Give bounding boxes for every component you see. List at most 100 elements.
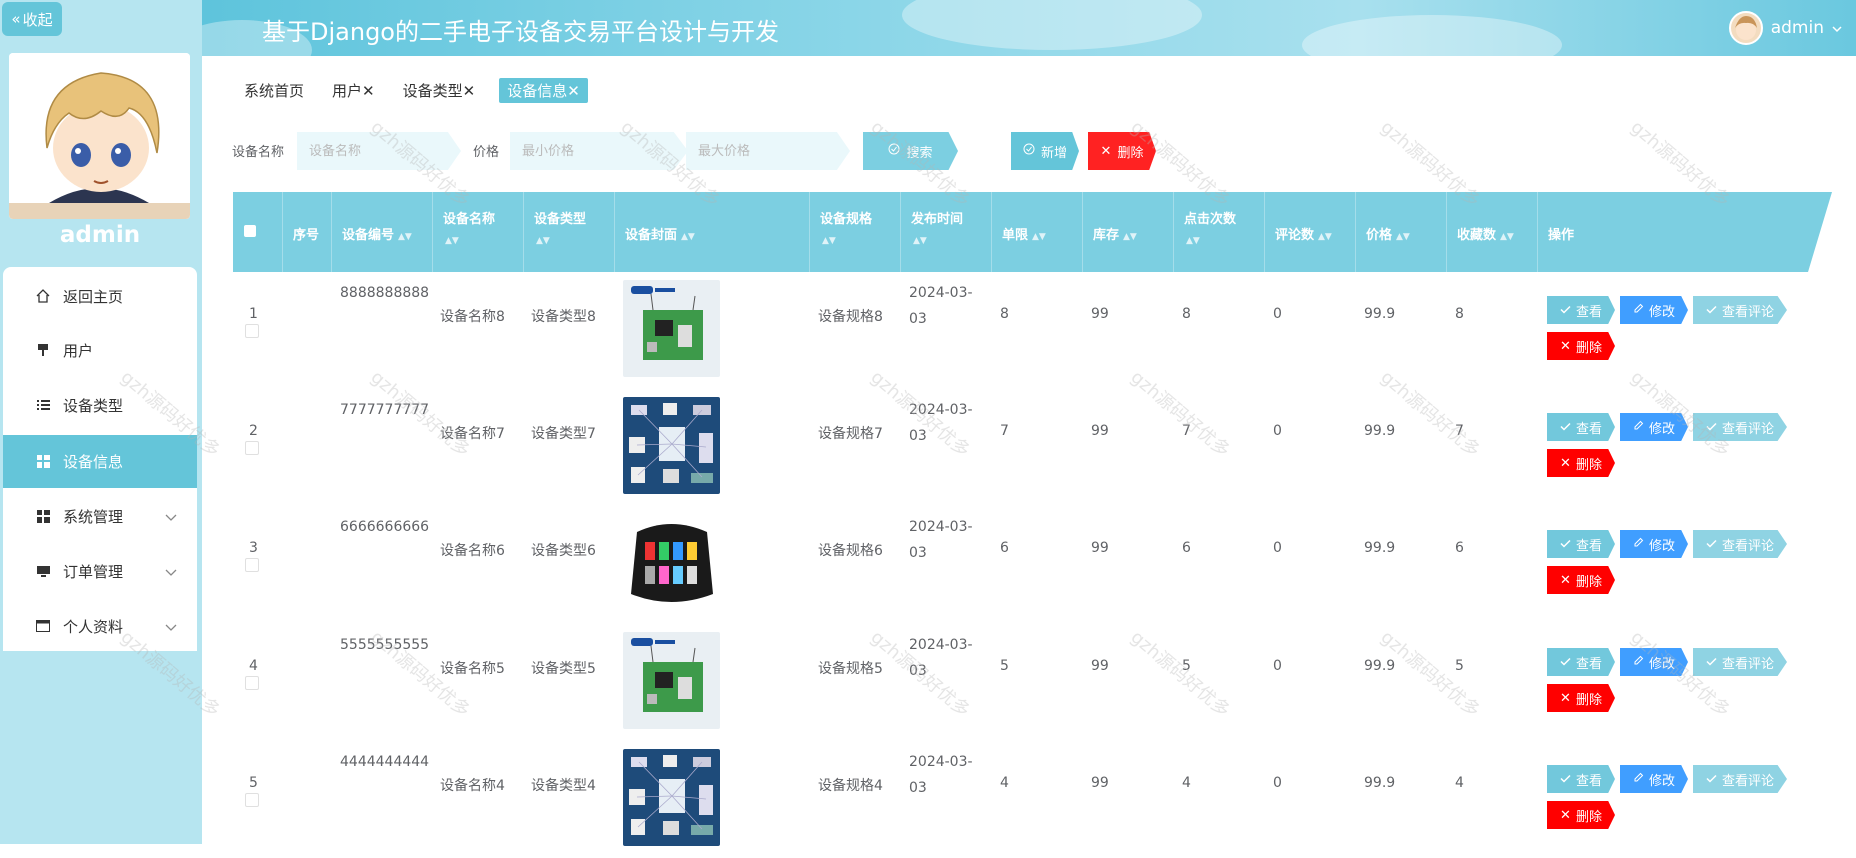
- select-all-cell: [233, 192, 282, 272]
- home-icon: [33, 289, 53, 303]
- sort-icon[interactable]: ▲▼: [445, 236, 459, 246]
- check-circle-icon: [1023, 143, 1035, 159]
- user-menu[interactable]: admin: [1728, 11, 1842, 45]
- sidebar-item-system-management[interactable]: 系统管理: [3, 492, 197, 540]
- edit-button[interactable]: 修改: [1620, 765, 1688, 793]
- edit-button[interactable]: 修改: [1620, 530, 1688, 558]
- search-button[interactable]: 搜索: [863, 132, 958, 170]
- col-cover[interactable]: 设备封面 ▲▼: [614, 192, 809, 272]
- col-favs[interactable]: 收藏数 ▲▼: [1446, 192, 1537, 272]
- view-comments-button[interactable]: 查看评论: [1693, 413, 1787, 441]
- view-comments-button[interactable]: 查看评论: [1693, 765, 1787, 793]
- sort-icon[interactable]: ▲▼: [681, 232, 695, 242]
- row-delete-button[interactable]: ✕ 删除: [1547, 684, 1615, 712]
- view-button[interactable]: 查看: [1547, 530, 1615, 558]
- tab-device-info[interactable]: 设备信息✕: [499, 78, 588, 103]
- add-button[interactable]: 新增: [1011, 132, 1079, 170]
- cell-date: 2024-03-03: [909, 519, 973, 561]
- col-comments[interactable]: 评论数 ▲▼: [1264, 192, 1355, 272]
- sort-icon[interactable]: ▲▼: [913, 236, 927, 246]
- row-checkbox[interactable]: [245, 676, 259, 690]
- close-icon[interactable]: ✕: [362, 82, 375, 100]
- sidebar-item-device-info[interactable]: 设备信息: [3, 435, 197, 488]
- sort-icon[interactable]: ▲▼: [1032, 232, 1046, 242]
- check-icon: [1706, 303, 1717, 318]
- add-button-label: 新增: [1040, 145, 1067, 161]
- table-row: 5 4444444444 设备名称4 设备类型4 设备规格4 2024-03-03 4 99 4…: [233, 741, 1832, 858]
- sort-icon[interactable]: ▲▼: [1500, 232, 1514, 242]
- grid-icon: [33, 509, 53, 523]
- min-price-input[interactable]: [510, 132, 688, 170]
- view-button[interactable]: 查看: [1547, 413, 1615, 441]
- sort-icon[interactable]: ▲▼: [822, 236, 836, 246]
- row-delete-button[interactable]: ✕ 删除: [1547, 332, 1615, 360]
- sidebar-item-order-management[interactable]: 订单管理: [3, 547, 197, 595]
- row-delete-button[interactable]: ✕ 删除: [1547, 801, 1615, 829]
- sort-icon[interactable]: ▲▼: [1186, 236, 1200, 246]
- cell-index: 4: [249, 658, 258, 674]
- cloud-decoration: [1302, 15, 1562, 56]
- tab-label: 系统首页: [244, 82, 305, 100]
- delete-button[interactable]: ✕ 删除: [1088, 132, 1156, 170]
- sort-icon[interactable]: ▲▼: [1396, 232, 1410, 242]
- search-button-label: 搜索: [906, 145, 933, 161]
- cell-favs: 6: [1455, 540, 1464, 556]
- edit-button[interactable]: 修改: [1620, 413, 1688, 441]
- cell-clicks: 5: [1182, 658, 1191, 674]
- user-avatar: [1728, 11, 1763, 45]
- col-code[interactable]: 设备编号 ▲▼: [331, 192, 432, 272]
- device-name-input[interactable]: [297, 132, 461, 170]
- cell-spec: 设备规格7: [818, 426, 883, 442]
- row-checkbox[interactable]: [245, 324, 259, 338]
- sort-icon[interactable]: ▲▼: [536, 236, 550, 246]
- max-price-input[interactable]: [686, 132, 850, 170]
- sort-icon[interactable]: ▲▼: [398, 232, 412, 242]
- check-icon: [1560, 655, 1571, 670]
- col-spec[interactable]: 设备规格 ▲▼: [809, 192, 900, 272]
- table-row: 1 8888888888 设备名称8 设备类型8 设备规格8 2024-03-03 8 99 8…: [233, 272, 1832, 389]
- col-index: 序号: [282, 192, 331, 272]
- edit-button[interactable]: 修改: [1620, 296, 1688, 324]
- col-limit[interactable]: 单限 ▲▼: [991, 192, 1082, 272]
- view-button[interactable]: 查看: [1547, 765, 1615, 793]
- col-type[interactable]: 设备类型 ▲▼: [523, 192, 614, 272]
- col-label: 设备规格: [820, 212, 873, 227]
- sidebar-item-home[interactable]: 返回主页: [3, 272, 197, 320]
- cell-date: 2024-03-03: [909, 754, 973, 796]
- edit-button[interactable]: 修改: [1620, 648, 1688, 676]
- row-delete-button[interactable]: ✕ 删除: [1547, 449, 1615, 477]
- header-username: admin: [1770, 18, 1824, 38]
- row-delete-button[interactable]: ✕ 删除: [1547, 566, 1615, 594]
- col-name[interactable]: 设备名称 ▲▼: [432, 192, 523, 272]
- sidebar-item-profile[interactable]: 个人资料: [3, 602, 197, 650]
- col-label: 序号: [293, 228, 320, 243]
- col-price[interactable]: 价格 ▲▼: [1355, 192, 1446, 272]
- view-comments-button[interactable]: 查看评论: [1693, 530, 1787, 558]
- view-button[interactable]: 查看: [1547, 296, 1615, 324]
- cell-comments: 0: [1273, 540, 1282, 556]
- row-checkbox[interactable]: [245, 793, 259, 807]
- view-button[interactable]: 查看: [1547, 648, 1615, 676]
- price-label: 价格: [473, 145, 500, 160]
- sort-icon[interactable]: ▲▼: [1318, 232, 1332, 242]
- row-checkbox[interactable]: [245, 558, 259, 572]
- col-date[interactable]: 发布时间 ▲▼: [900, 192, 991, 272]
- col-stock[interactable]: 库存 ▲▼: [1082, 192, 1173, 272]
- sort-icon[interactable]: ▲▼: [1123, 232, 1137, 242]
- sidebar-item-device-types[interactable]: 设备类型: [3, 381, 197, 429]
- row-checkbox[interactable]: [245, 441, 259, 455]
- collapse-button[interactable]: « 收起: [2, 2, 62, 36]
- close-icon[interactable]: ✕: [567, 82, 580, 100]
- select-all-checkbox[interactable]: [244, 225, 256, 237]
- view-comments-button[interactable]: 查看评论: [1693, 296, 1787, 324]
- tab-device-types[interactable]: 设备类型✕: [399, 78, 480, 103]
- row-delete-label: 删除: [1575, 809, 1602, 825]
- col-clicks[interactable]: 点击次数 ▲▼: [1173, 192, 1264, 272]
- view-comments-button[interactable]: 查看评论: [1693, 648, 1787, 676]
- cell-date: 2024-03-03: [909, 637, 973, 679]
- tab-users[interactable]: 用户✕: [328, 78, 379, 103]
- cell-type: 设备类型8: [531, 309, 596, 325]
- close-icon[interactable]: ✕: [463, 82, 476, 100]
- tab-home[interactable]: 系统首页: [240, 78, 308, 103]
- sidebar-item-users[interactable]: 用户: [3, 326, 197, 374]
